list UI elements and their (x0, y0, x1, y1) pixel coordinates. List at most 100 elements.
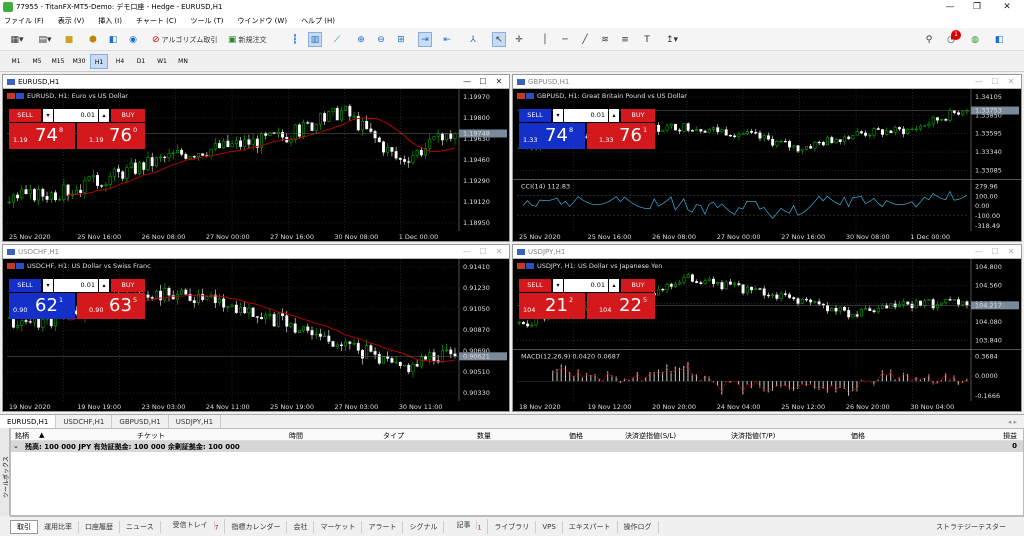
tab-history[interactable]: 口座履歴 (79, 520, 120, 533)
col-price-current[interactable]: 価格 (851, 431, 865, 441)
menu-window[interactable]: ウインドウ (W) (237, 16, 287, 26)
timeframe-m1[interactable]: M1 (7, 54, 25, 69)
tab-signals[interactable]: シグナル (403, 520, 445, 533)
col-price[interactable]: 価格 (569, 431, 583, 441)
tab-exposure[interactable]: 運用比率 (38, 520, 79, 533)
tab-journal[interactable]: 操作ログ (618, 520, 659, 533)
col-ticket[interactable]: チケット (137, 431, 165, 441)
arrows-icon[interactable]: ↥▾ (660, 32, 684, 47)
lot-size-input[interactable]: 0.01 (564, 279, 608, 292)
minimize-button[interactable]: — (935, 0, 965, 14)
lot-increase-button[interactable]: ▴ (609, 279, 619, 292)
lot-decrease-button[interactable]: ▾ (43, 109, 53, 122)
tabs-scroll-icon[interactable]: ◂ ▸ (1001, 415, 1024, 428)
balance-row[interactable]: ⌄ 残高: 100 000 JPY 有効証拠金: 100 000 余剰証拠金: … (11, 441, 1023, 452)
menu-view[interactable]: 表示 (V) (58, 16, 84, 26)
search-icon[interactable]: ⚲ (922, 32, 936, 47)
col-time[interactable]: 時間 (289, 431, 303, 441)
sell-button[interactable]: SELL (519, 279, 551, 292)
lot-increase-button[interactable]: ▴ (99, 279, 109, 292)
timeframe-h4[interactable]: H4 (111, 54, 129, 69)
chart-window-eurusd[interactable]: EURUSD,H1 — ☐ ✕ 1.19970 1.19800 1.19630 1.1… (2, 74, 510, 242)
sell-price-box[interactable]: 1.19 74 8 (9, 123, 75, 149)
trendline-icon[interactable]: ╱ (578, 32, 592, 47)
new-chart-icon[interactable]: ▦▾ (6, 32, 28, 47)
buy-price-box[interactable]: 104 22 5 (587, 293, 655, 319)
sell-price-box[interactable]: 0.90 62 1 (9, 293, 75, 319)
buy-price-box[interactable]: 0.90 63 5 (77, 293, 145, 319)
profiles-icon[interactable]: ▤▾ (34, 32, 56, 47)
menu-file[interactable]: ファイル (F) (4, 16, 44, 26)
chart-maximize-button[interactable]: ☐ (987, 245, 1003, 258)
tile-windows-icon[interactable]: ⊞ (394, 32, 408, 47)
chart-window-gbpusd[interactable]: GBPUSD,H1 — ☐ ✕ 1.34105 1.33850 1.33595 1.3… (512, 74, 1022, 242)
menu-insert[interactable]: 挿入 (I) (98, 16, 122, 26)
algo-trading-button[interactable]: ⊘ アルゴリズム取引 (152, 32, 224, 47)
tab-market[interactable]: マーケット (314, 520, 363, 533)
timeframe-mn[interactable]: MN (174, 54, 192, 69)
chart-tab-eurusd[interactable]: EURUSD,H1 (0, 415, 57, 428)
chart-minimize-button[interactable]: — (971, 245, 987, 258)
tab-company[interactable]: 会社 (287, 520, 315, 533)
tab-alerts[interactable]: アラート (362, 520, 404, 533)
chart-maximize-button[interactable]: ☐ (475, 245, 491, 258)
chart-window-header[interactable]: USDCHF,H1 — ☐ ✕ (3, 245, 509, 259)
new-order-button[interactable]: ▣ 新規注文 (228, 32, 280, 47)
bar-chart-icon[interactable]: ┇ (288, 32, 302, 47)
col-type[interactable]: タイプ (383, 431, 404, 441)
tab-news[interactable]: ニュース (120, 520, 161, 533)
tab-experts[interactable]: エキスパート (563, 520, 618, 533)
horizontal-line-icon[interactable]: ─ (558, 32, 572, 47)
sell-button[interactable]: SELL (519, 109, 551, 122)
close-button[interactable]: ✕ (992, 0, 1022, 14)
account-icon[interactable]: ◍ (968, 32, 982, 47)
col-profit[interactable]: 損益 (1003, 431, 1017, 441)
buy-button[interactable]: BUY (621, 109, 655, 122)
col-symbol[interactable]: 銘柄 (15, 431, 29, 441)
folder-icon[interactable]: ■ (62, 32, 76, 47)
timeframe-m30[interactable]: M30 (70, 54, 88, 69)
chart-close-button[interactable]: ✕ (1003, 75, 1019, 88)
lot-increase-button[interactable]: ▴ (609, 109, 619, 122)
tab-mailbox[interactable]: 受信トレイ 7 (161, 518, 226, 535)
col-tp[interactable]: 決済指値(T/P) (731, 431, 775, 441)
strategy-tester-tab[interactable]: ストラテジーテスター (930, 521, 1012, 533)
chart-close-button[interactable]: ✕ (491, 75, 507, 88)
chart-minimize-button[interactable]: — (459, 75, 475, 88)
chart-tab-usdjpy[interactable]: USDJPY,H1 (169, 415, 222, 428)
zoom-in-icon[interactable]: ⊕ (354, 32, 368, 47)
chart-tab-usdchf[interactable]: USDCHF,H1 (56, 415, 113, 428)
tab-articles[interactable]: 記事 1 (444, 518, 489, 535)
timeframe-m15[interactable]: M15 (49, 54, 67, 69)
timeframe-d1[interactable]: D1 (132, 54, 150, 69)
timeframe-m5[interactable]: M5 (28, 54, 46, 69)
fibonacci-icon[interactable]: ≡ (618, 32, 632, 47)
chart-window-header[interactable]: EURUSD,H1 — ☐ ✕ (3, 75, 509, 89)
notifications-icon[interactable]: ◔ 1 (942, 30, 961, 47)
lot-decrease-button[interactable]: ▾ (43, 279, 53, 292)
lot-decrease-button[interactable]: ▾ (553, 279, 563, 292)
menu-help[interactable]: ヘルプ (H) (301, 16, 335, 26)
sell-button[interactable]: SELL (9, 279, 41, 292)
text-icon[interactable]: T (640, 32, 654, 47)
chart-close-button[interactable]: ✕ (491, 245, 507, 258)
col-sl[interactable]: 決済逆指値(S/L) (625, 431, 676, 441)
chart-window-header[interactable]: GBPUSD,H1 — ☐ ✕ (513, 75, 1021, 89)
indicators-icon[interactable]: ⅄ (466, 32, 480, 47)
line-chart-icon[interactable]: ⟋ (330, 32, 344, 47)
buy-button[interactable]: BUY (621, 279, 655, 292)
crosshair-icon[interactable]: ✛ (512, 32, 526, 47)
sell-button[interactable]: SELL (9, 109, 41, 122)
tab-vps[interactable]: VPS (536, 520, 563, 533)
signals-icon[interactable]: ◉ (126, 32, 140, 47)
chart-minimize-button[interactable]: — (971, 75, 987, 88)
buy-price-box[interactable]: 1.19 76 0 (77, 123, 145, 149)
timeframe-w1[interactable]: W1 (153, 54, 171, 69)
auto-scroll-icon[interactable]: ⇥ (418, 32, 432, 47)
buy-price-box[interactable]: 1.33 76 1 (587, 123, 655, 149)
lot-decrease-button[interactable]: ▾ (553, 109, 563, 122)
chart-maximize-button[interactable]: ☐ (987, 75, 1003, 88)
lot-size-input[interactable]: 0.01 (54, 109, 98, 122)
menu-tools[interactable]: ツール (T) (190, 16, 223, 26)
toolbox-side-label[interactable]: ツールボックス (0, 428, 10, 516)
